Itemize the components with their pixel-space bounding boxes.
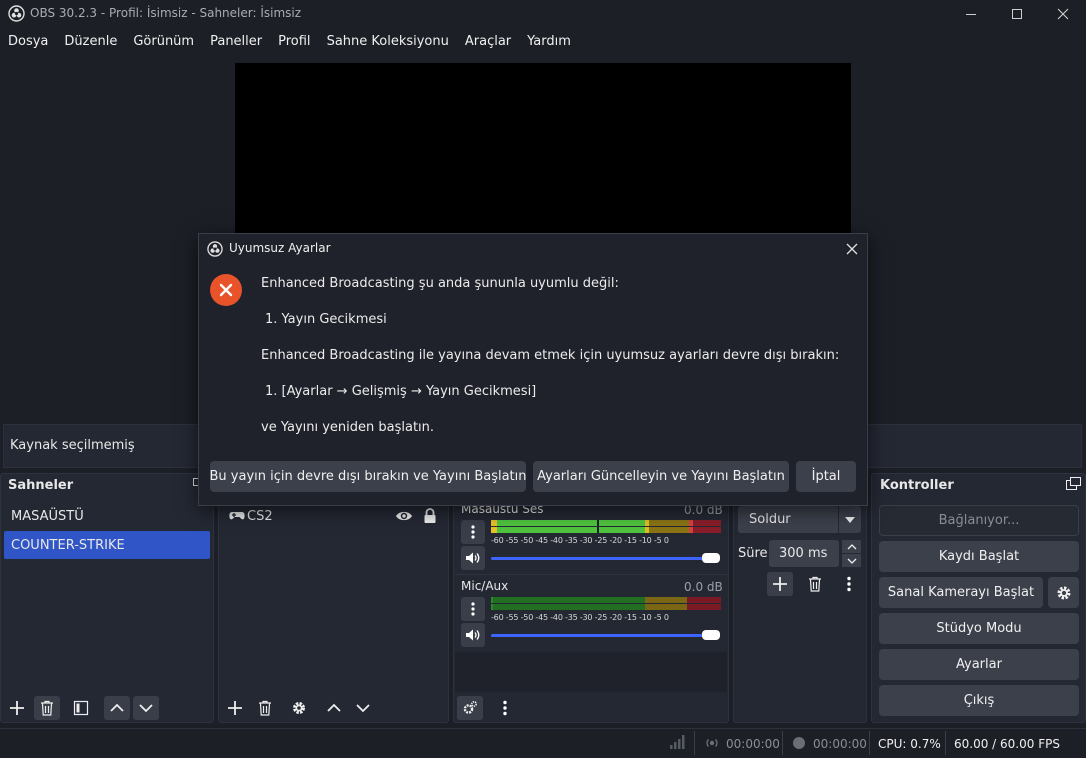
fps-display: 60.00 / 60.00 FPS xyxy=(954,737,1060,751)
scene-item-counter-strike[interactable]: COUNTER-STRIKE xyxy=(4,531,210,559)
virtual-camera-settings-gear-icon[interactable] xyxy=(1048,577,1079,608)
dock-float-icon[interactable] xyxy=(1066,477,1082,491)
volume-meter xyxy=(491,527,721,533)
exit-button[interactable]: Çıkış xyxy=(879,685,1079,716)
menu-profile[interactable]: Profil xyxy=(278,34,310,49)
chevron-down-icon[interactable] xyxy=(839,506,861,533)
remove-transition-button[interactable] xyxy=(802,572,828,596)
dialog-message-line: Enhanced Broadcasting şu anda şununla uy… xyxy=(261,276,619,291)
volume-meter xyxy=(491,604,721,610)
channel-divider xyxy=(455,574,727,575)
error-icon xyxy=(210,274,242,306)
dialog-message-line: 1. Yayın Gecikmesi xyxy=(265,312,387,327)
scenes-dock-title: Sahneler xyxy=(8,478,74,493)
no-source-selected-label: Kaynak seçilmemiş xyxy=(10,438,135,453)
menu-scene-collection[interactable]: Sahne Koleksiyonu xyxy=(327,34,449,49)
maximize-button[interactable] xyxy=(994,0,1040,28)
mixer-channel-db: 0.0 dB xyxy=(684,580,723,594)
minimize-button[interactable] xyxy=(948,0,994,28)
duration-input[interactable]: 300 ms xyxy=(769,540,839,567)
start-virtual-camera-button[interactable]: Sanal Kamerayı Başlat xyxy=(879,577,1043,608)
duration-value: 300 ms xyxy=(779,546,828,561)
menu-tools[interactable]: Araçlar xyxy=(465,34,511,49)
mixer-more-button[interactable] xyxy=(492,696,518,720)
remove-source-button[interactable] xyxy=(252,696,278,720)
meter-scale: -60 -55 -50 -45 -40 -35 -30 -25 -20 -15 … xyxy=(491,613,669,622)
cancel-button[interactable]: İptal xyxy=(796,461,856,492)
studio-mode-button[interactable]: Stüdyo Modu xyxy=(879,613,1079,644)
scene-item-masaustu[interactable]: MASAÜSTÜ xyxy=(4,502,210,530)
volume-slider-handle[interactable] xyxy=(702,553,720,563)
add-transition-button[interactable] xyxy=(767,572,793,596)
close-window-button[interactable] xyxy=(1040,0,1086,28)
update-settings-and-start-stream-button[interactable]: Ayarları Güncelleyin ve Yayını Başlatın xyxy=(533,461,789,492)
speaker-icon[interactable] xyxy=(461,546,485,570)
dialog-message-line: ve Yayını yeniden başlatın. xyxy=(261,420,435,435)
menu-help[interactable]: Yardım xyxy=(527,34,571,49)
obs-logo-icon xyxy=(8,5,25,22)
move-source-up-button[interactable] xyxy=(321,696,347,720)
settings-button[interactable]: Ayarlar xyxy=(879,649,1079,680)
chevron-down-icon[interactable] xyxy=(842,554,861,567)
streaming-icon xyxy=(705,736,719,750)
status-divider xyxy=(694,731,695,755)
dialog-message-line: 1. [Ayarlar → Gelişmiş → Yayın Gecikmesi… xyxy=(265,384,537,399)
cpu-usage: CPU: 0.7% xyxy=(878,737,941,751)
volume-slider-handle[interactable] xyxy=(702,630,720,640)
obs-logo-icon xyxy=(207,241,223,257)
speaker-icon[interactable] xyxy=(461,623,485,647)
move-scene-up-button[interactable] xyxy=(104,696,130,720)
status-divider xyxy=(945,731,946,755)
meter-scale: -60 -55 -50 -45 -40 -35 -30 -25 -20 -15 … xyxy=(491,536,669,545)
remove-scene-button[interactable] xyxy=(34,696,60,720)
scene-label: MASAÜSTÜ xyxy=(11,508,84,524)
source-properties-gear-icon[interactable] xyxy=(286,696,312,720)
window-title: OBS 30.2.3 - Profil: İsimsiz - Sahneler:… xyxy=(30,6,302,20)
dialog-message-line: Enhanced Broadcasting ile yayına devam e… xyxy=(261,348,840,363)
transition-more-button[interactable] xyxy=(836,572,862,596)
controls-dock-title: Kontroller xyxy=(880,478,954,493)
mixer-menu-button[interactable] xyxy=(461,597,485,621)
volume-slider[interactable] xyxy=(491,557,716,560)
transition-select[interactable]: Soldur xyxy=(738,506,838,533)
status-divider xyxy=(782,731,783,755)
network-signal-icon xyxy=(670,735,686,749)
chevron-up-icon[interactable] xyxy=(842,540,861,553)
menu-view[interactable]: Görünüm xyxy=(133,34,194,49)
status-divider xyxy=(869,731,870,755)
scene-filters-button[interactable] xyxy=(68,696,94,720)
scene-label: COUNTER-STRIKE xyxy=(11,537,125,553)
dialog-close-icon[interactable] xyxy=(843,240,861,258)
gamepad-icon xyxy=(229,511,245,521)
move-source-down-button[interactable] xyxy=(350,696,376,720)
duration-label: Süre xyxy=(738,546,768,561)
eye-icon[interactable] xyxy=(395,509,413,523)
volume-meter xyxy=(491,520,721,526)
transition-select-value: Soldur xyxy=(749,512,791,527)
menu-bar: Dosya Düzenle Görünüm Paneller Profil Sa… xyxy=(0,30,1086,52)
add-scene-button[interactable] xyxy=(4,696,30,720)
start-streaming-button[interactable]: Bağlanıyor... xyxy=(879,505,1079,536)
menu-file[interactable]: Dosya xyxy=(8,34,48,49)
mixer-channel-name: Mic/Aux xyxy=(461,579,509,593)
disable-and-start-stream-button[interactable]: Bu yayın için devre dışı bırakın ve Yayı… xyxy=(210,461,527,492)
move-scene-down-button[interactable] xyxy=(133,696,159,720)
recording-icon xyxy=(792,736,806,750)
advanced-audio-gear-icon[interactable] xyxy=(457,696,483,720)
menu-docks[interactable]: Paneller xyxy=(210,34,262,49)
source-item-label[interactable]: CS2 xyxy=(247,509,273,524)
record-time: 00:00:00 xyxy=(813,737,867,751)
dialog-title: Uyumsuz Ayarlar xyxy=(229,241,331,255)
mixer-empty-area xyxy=(455,652,727,692)
volume-slider[interactable] xyxy=(491,634,716,637)
stream-time: 00:00:00 xyxy=(726,737,780,751)
mixer-menu-button[interactable] xyxy=(461,520,485,544)
add-source-button[interactable] xyxy=(222,696,248,720)
start-recording-button[interactable]: Kaydı Başlat xyxy=(879,541,1079,572)
volume-meter xyxy=(491,597,721,603)
menu-edit[interactable]: Düzenle xyxy=(64,34,117,49)
lock-icon[interactable] xyxy=(423,508,437,524)
